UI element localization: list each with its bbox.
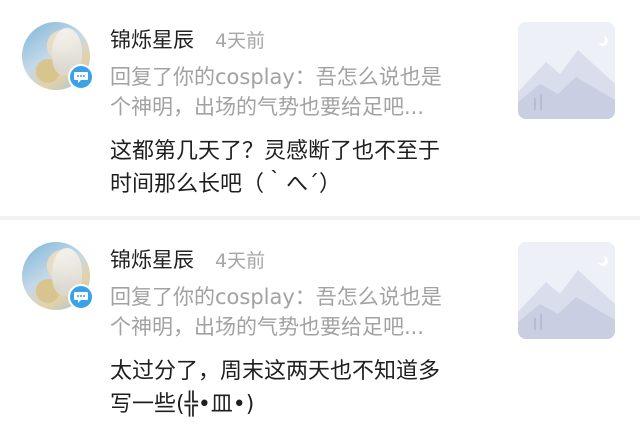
comment-text-line-1: 太过分了，周末这两天也不知道多 — [110, 359, 441, 384]
quoted-reply-line-2[interactable]: 个神明，出场的气势也要给足吧... — [110, 312, 490, 342]
quoted-reply-line-1[interactable]: 回复了你的cosplay：吾怎么说也是 — [110, 62, 490, 92]
avatar-wrap[interactable] — [22, 242, 94, 310]
comment-text-line-1: 这都第几天了？灵感断了也不至于 — [110, 139, 441, 164]
avatar-wrap[interactable] — [22, 22, 94, 90]
comment-text-line-2: 写一些(╬•皿•) — [110, 392, 255, 417]
post-thumbnail[interactable] — [518, 242, 615, 339]
timestamp: 4天前 — [215, 30, 266, 52]
comment-item[interactable]: 锦烁星辰 4天前 回复了你的cosplay：吾怎么说也是 个神明，出场的气势也要… — [0, 220, 640, 437]
username[interactable]: 锦烁星辰 — [110, 24, 194, 54]
comment-text-line-2: 时间那么长吧（｀へ´） — [110, 172, 342, 197]
quoted-reply-line-1[interactable]: 回复了你的cosplay：吾怎么说也是 — [110, 282, 490, 312]
chat-bubble-icon — [68, 64, 94, 90]
chat-bubble-icon — [68, 284, 94, 310]
username[interactable]: 锦烁星辰 — [110, 244, 194, 274]
image-placeholder-icon — [518, 22, 615, 119]
post-thumbnail[interactable] — [518, 22, 615, 119]
quoted-reply-line-2[interactable]: 个神明，出场的气势也要给足吧... — [110, 92, 490, 122]
timestamp: 4天前 — [215, 250, 266, 272]
image-placeholder-icon — [518, 242, 615, 339]
comment-item[interactable]: 锦烁星辰 4天前 回复了你的cosplay：吾怎么说也是 个神明，出场的气势也要… — [0, 0, 640, 216]
